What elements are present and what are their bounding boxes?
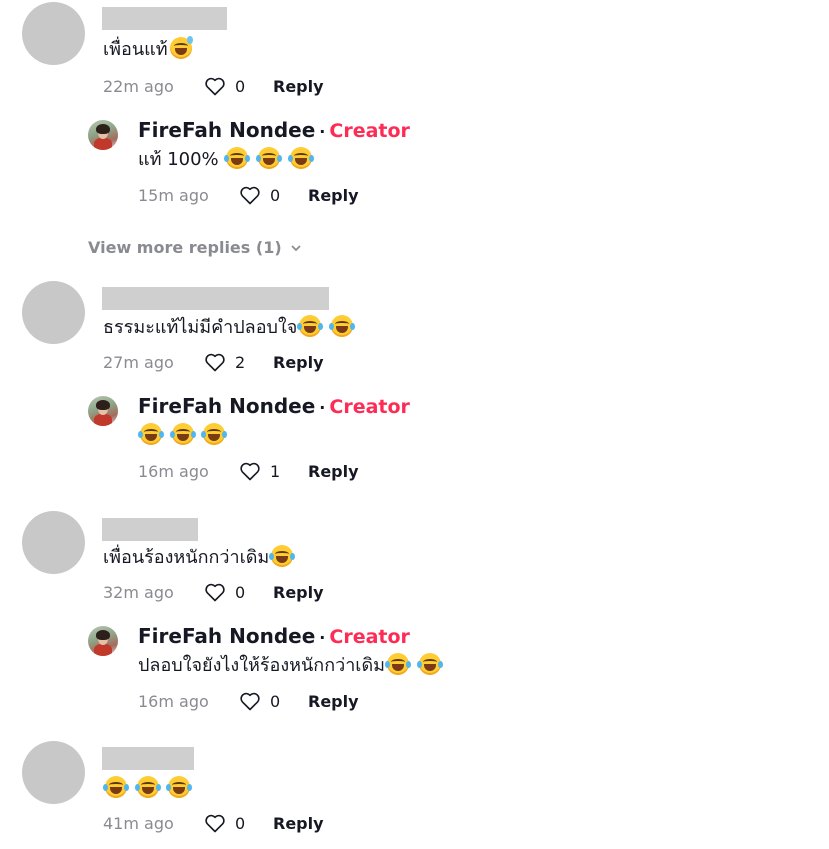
joy-emoji-icon [138, 423, 164, 445]
reply-button[interactable]: Reply [308, 692, 359, 711]
avatar[interactable] [22, 741, 85, 804]
creator-badge: Creator [329, 396, 410, 418]
author-name[interactable]: FireFah Nondee [138, 118, 315, 142]
username-redacted[interactable] [102, 747, 194, 770]
avatar[interactable] [22, 281, 85, 344]
reply-button[interactable]: Reply [273, 353, 324, 372]
heart-outline-icon[interactable] [238, 183, 262, 207]
joy-emoji-icon [385, 653, 412, 675]
view-more-replies-button[interactable]: View more replies (1) [88, 238, 302, 257]
heart-outline-icon[interactable] [238, 689, 262, 713]
timestamp: 15m ago [138, 185, 209, 205]
author-name[interactable]: FireFah Nondee [138, 624, 315, 648]
reply-author: FireFah Nondee · Creator [138, 118, 410, 142]
creator-avatar[interactable] [88, 120, 118, 150]
separator-dot: · [319, 398, 326, 417]
joy-emoji-icon [287, 147, 314, 169]
comment-meta: 32m ago 0 Reply [103, 580, 324, 604]
separator-dot: · [319, 122, 326, 141]
heart-outline-icon[interactable] [238, 459, 262, 483]
heart-outline-icon[interactable] [203, 74, 227, 98]
username-redacted[interactable] [102, 7, 227, 30]
like-count: 2 [235, 352, 246, 372]
heart-outline-icon[interactable] [203, 580, 227, 604]
author-name[interactable]: FireFah Nondee [138, 394, 315, 418]
creator-avatar[interactable] [88, 396, 118, 426]
comment-text: เพื่อนร้องหนักกว่าเดิม [103, 545, 296, 570]
reply-button[interactable]: Reply [308, 462, 359, 481]
reply-text: ปลอบใจยังไงให้ร้องหนักกว่าเดิม [138, 653, 443, 678]
reply-button[interactable]: Reply [308, 186, 359, 205]
reply-button[interactable]: Reply [273, 77, 324, 96]
heart-outline-icon[interactable] [203, 350, 227, 374]
avatar[interactable] [22, 511, 85, 574]
sweat-smile-emoji-icon [169, 36, 193, 59]
timestamp: 16m ago [138, 461, 209, 481]
timestamp: 16m ago [138, 691, 209, 711]
heart-outline-icon[interactable] [203, 811, 227, 835]
like-count: 0 [235, 76, 246, 96]
reply-button[interactable]: Reply [273, 583, 324, 602]
chevron-down-icon [291, 244, 301, 251]
joy-emoji-icon [201, 423, 228, 445]
comment-meta: 22m ago 0 Reply [103, 74, 324, 98]
joy-emoji-icon [103, 776, 129, 798]
comment-text [103, 776, 193, 801]
like-count: 0 [235, 813, 246, 833]
comment-meta: 41m ago 0 Reply [103, 811, 324, 835]
separator-dot: · [319, 628, 326, 647]
reply-meta: 16m ago 1 Reply [138, 459, 359, 483]
reply-text [138, 423, 228, 448]
reply-meta: 15m ago 0 Reply [138, 183, 359, 207]
like-count: 0 [270, 691, 281, 711]
username-redacted[interactable] [102, 518, 198, 541]
joy-emoji-icon [297, 315, 324, 337]
joy-emoji-icon [329, 315, 356, 337]
creator-badge: Creator [329, 626, 410, 648]
joy-emoji-icon [169, 423, 196, 445]
timestamp: 27m ago [103, 352, 174, 372]
comment-text: ธรรมะแท้ไม่มีคำปลอบใจ [103, 315, 356, 340]
joy-emoji-icon [416, 653, 443, 675]
creator-badge: Creator [329, 120, 410, 142]
joy-emoji-icon [134, 776, 161, 798]
joy-emoji-icon [166, 776, 193, 798]
creator-avatar[interactable] [88, 626, 118, 656]
reply-author: FireFah Nondee · Creator [138, 394, 410, 418]
timestamp: 32m ago [103, 582, 174, 602]
timestamp: 41m ago [103, 813, 174, 833]
comment-meta: 27m ago 2 Reply [103, 350, 324, 374]
username-redacted[interactable] [102, 287, 329, 310]
like-count: 0 [235, 582, 246, 602]
reply-text: แท้ 100% [138, 147, 314, 172]
reply-meta: 16m ago 0 Reply [138, 689, 359, 713]
timestamp: 22m ago [103, 76, 174, 96]
comment-text: เพื่อนแท้ [103, 36, 194, 62]
avatar[interactable] [22, 2, 85, 65]
joy-emoji-icon [269, 545, 296, 567]
reply-button[interactable]: Reply [273, 814, 324, 833]
like-count: 0 [270, 185, 281, 205]
view-more-label: View more replies (1) [88, 238, 282, 257]
reply-author: FireFah Nondee · Creator [138, 624, 410, 648]
joy-emoji-icon [224, 147, 251, 169]
like-count: 1 [270, 461, 281, 481]
joy-emoji-icon [256, 147, 283, 169]
